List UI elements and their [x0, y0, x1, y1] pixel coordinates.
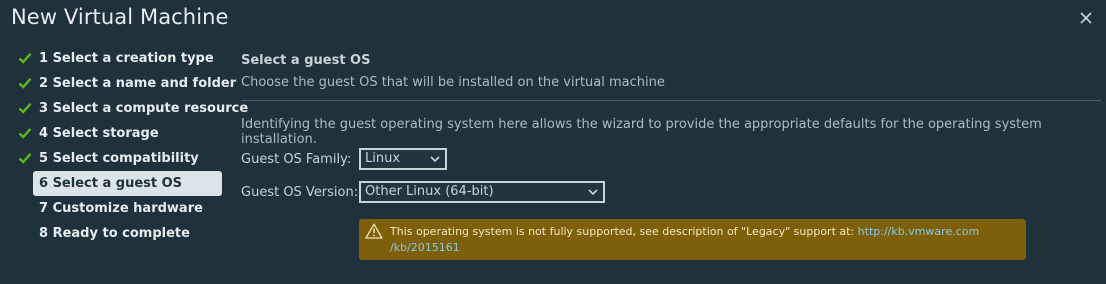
step-compute-resource[interactable]: 3 Select a compute resource	[11, 96, 248, 121]
step-label: 2 Select a name and folder	[39, 76, 237, 91]
kb-link-part2: /kb/2015161	[390, 241, 460, 254]
os-family-select[interactable]: Linux	[359, 148, 447, 170]
description-text: Identifying the guest operating system h…	[241, 117, 1042, 147]
step-guest-os[interactable]: 6 Select a guest OS	[33, 171, 222, 196]
warning-triangle-icon	[365, 223, 383, 239]
step-customize-hardware[interactable]: 7 Customize hardware	[11, 196, 222, 221]
page-title: Select a guest OS	[241, 53, 371, 68]
os-family-label: Guest OS Family:	[241, 152, 352, 167]
close-icon	[1080, 12, 1092, 24]
step-ready-to-complete[interactable]: 8 Ready to complete	[11, 221, 222, 246]
new-vm-dialog: New Virtual Machine 1 Select a creation …	[0, 0, 1106, 284]
step-label: 7 Customize hardware	[39, 201, 203, 216]
check-icon	[18, 103, 32, 114]
os-version-row: Guest OS Version: Other Linux (64-bit)	[241, 181, 741, 203]
step-label: 6 Select a guest OS	[39, 176, 183, 191]
check-icon	[18, 153, 32, 164]
os-family-row: Guest OS Family: Linux	[241, 148, 741, 170]
step-label: 3 Select a compute resource	[39, 101, 249, 116]
step-compatibility[interactable]: 5 Select compatibility	[11, 146, 222, 171]
step-label: 4 Select storage	[39, 126, 159, 141]
dialog-title: New Virtual Machine	[11, 5, 229, 29]
step-storage[interactable]: 4 Select storage	[11, 121, 222, 146]
wizard-steps: 1 Select a creation type 2 Select a name…	[11, 46, 248, 246]
divider	[241, 100, 1101, 101]
step-creation-type[interactable]: 1 Select a creation type	[11, 46, 222, 71]
main-content: Select a guest OS Choose the guest OS th…	[241, 46, 1101, 260]
close-button[interactable]	[1078, 10, 1094, 26]
os-family-value: Linux	[365, 151, 401, 166]
warning-text: This operating system is not fully suppo…	[390, 225, 855, 238]
step-label: 1 Select a creation type	[39, 51, 214, 66]
check-icon	[18, 78, 32, 89]
page-subtitle: Choose the guest OS that will be install…	[241, 75, 665, 90]
step-label: 5 Select compatibility	[39, 151, 199, 166]
step-label: 8 Ready to complete	[39, 226, 190, 241]
check-icon	[18, 128, 32, 139]
os-version-label: Guest OS Version:	[241, 185, 359, 200]
os-version-select[interactable]: Other Linux (64-bit)	[359, 181, 605, 203]
kb-link-part1: http://kb.vmware.com	[857, 225, 980, 238]
chevron-down-icon	[430, 156, 440, 163]
chevron-down-icon	[588, 189, 598, 196]
check-icon	[18, 53, 32, 64]
legacy-support-warning: This operating system is not fully suppo…	[359, 219, 1026, 260]
os-version-value: Other Linux (64-bit)	[365, 184, 494, 199]
step-name-and-folder[interactable]: 2 Select a name and folder	[11, 71, 236, 96]
dialog-titlebar: New Virtual Machine	[0, 0, 1106, 38]
